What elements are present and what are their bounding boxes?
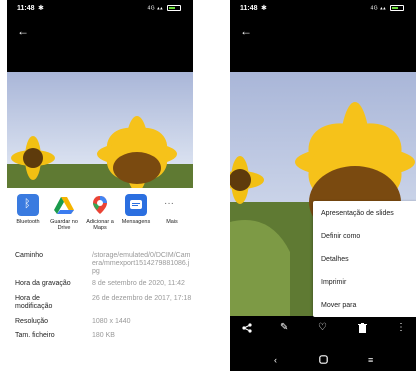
status-time: 11:48: [17, 5, 35, 12]
info-key: Resolução: [15, 318, 49, 325]
photo-toolbar: ✎ ♡ ⋮: [230, 318, 416, 340]
drive-icon: [53, 194, 75, 216]
status-bar: 11:48 ✱ 4G ▴▴: [7, 0, 193, 18]
status-icons: 4G ▴▴: [371, 5, 404, 11]
share-label: Mais: [166, 219, 178, 225]
signal-icon: ▴▴: [380, 5, 387, 12]
status-time: 11:48: [240, 5, 258, 12]
info-value: 26 de dezembro de 2017, 17:18: [92, 295, 192, 302]
share-more[interactable]: ··· Mais: [155, 194, 189, 225]
menu-item-set-as[interactable]: Definir como: [321, 233, 360, 240]
phone-right-menu-screen: 11:48 ✱ 4G ▴▴ ← Apresentação de slides D…: [230, 0, 416, 371]
signal-icon: ▴▴: [157, 5, 164, 12]
share-icon[interactable]: [242, 323, 252, 336]
photo-sunflower: [7, 72, 193, 188]
edit-icon[interactable]: ✎: [280, 323, 288, 333]
info-value: /storage/emulated/0/DCIM/Camera/mmexport…: [92, 252, 191, 275]
info-key: Tam. ficheiro: [15, 332, 55, 339]
share-bluetooth[interactable]: ᛒ Bluetooth: [11, 194, 45, 225]
info-value: 1080 x 1440: [92, 318, 131, 325]
maps-pin-icon: [89, 194, 111, 216]
share-label: Adicionar a Maps: [86, 219, 114, 231]
info-key: Caminho: [15, 252, 44, 259]
info-key: Hora de modificação: [15, 295, 53, 310]
menu-item-slideshow[interactable]: Apresentação de slides: [321, 210, 394, 217]
menu-item-move-to[interactable]: Mover para: [321, 302, 356, 309]
battery-icon: [390, 5, 404, 11]
more-dots-icon: ···: [164, 198, 174, 209]
phone-left-details-screen: 11:48 ✱ 4G ▴▴ ← ᛒ Bluetooth Guardar no D…: [7, 0, 193, 371]
info-key: Hora da gravação: [15, 280, 71, 287]
share-maps[interactable]: Adicionar a Maps: [83, 194, 117, 231]
messages-icon: [125, 194, 147, 216]
back-arrow-icon[interactable]: ←: [17, 25, 29, 37]
menu-item-details[interactable]: Detalhes: [321, 256, 349, 263]
back-arrow-icon[interactable]: ←: [240, 25, 252, 37]
info-value: 8 de setembro de 2020, 11:42: [92, 280, 185, 287]
status-bar: 11:48 ✱ 4G ▴▴: [230, 0, 416, 18]
network-label: 4G: [147, 5, 156, 12]
network-label: 4G: [370, 5, 379, 12]
share-label: Guardar no Drive: [50, 219, 78, 231]
settings-gear-icon: ✱: [261, 5, 267, 12]
more-vert-icon[interactable]: ⋮: [396, 323, 406, 333]
system-nav-bar: ‹ ≡: [230, 350, 416, 371]
info-value: 180 KB: [92, 332, 115, 339]
nav-back-icon[interactable]: ‹: [274, 355, 277, 365]
menu-item-print[interactable]: Imprimir: [321, 279, 346, 286]
share-row: ᛒ Bluetooth Guardar no Drive Adicionar a…: [7, 194, 193, 240]
status-icons: 4G ▴▴: [148, 5, 181, 11]
bluetooth-icon: ᛒ: [17, 194, 39, 216]
share-label: Mensagens: [121, 219, 151, 225]
details-sheet: ᛒ Bluetooth Guardar no Drive Adicionar a…: [7, 188, 193, 371]
battery-icon: [167, 5, 181, 11]
nav-menu-icon[interactable]: ≡: [368, 355, 373, 365]
share-label: Bluetooth: [16, 219, 40, 225]
heart-icon[interactable]: ♡: [318, 323, 327, 333]
nav-home-icon[interactable]: [319, 355, 328, 366]
share-messages[interactable]: Mensagens: [119, 194, 153, 225]
settings-gear-icon: ✱: [38, 5, 44, 12]
share-drive[interactable]: Guardar no Drive: [47, 194, 81, 231]
overflow-menu: Apresentação de slides Definir como Deta…: [313, 201, 416, 317]
trash-icon[interactable]: [358, 323, 367, 336]
